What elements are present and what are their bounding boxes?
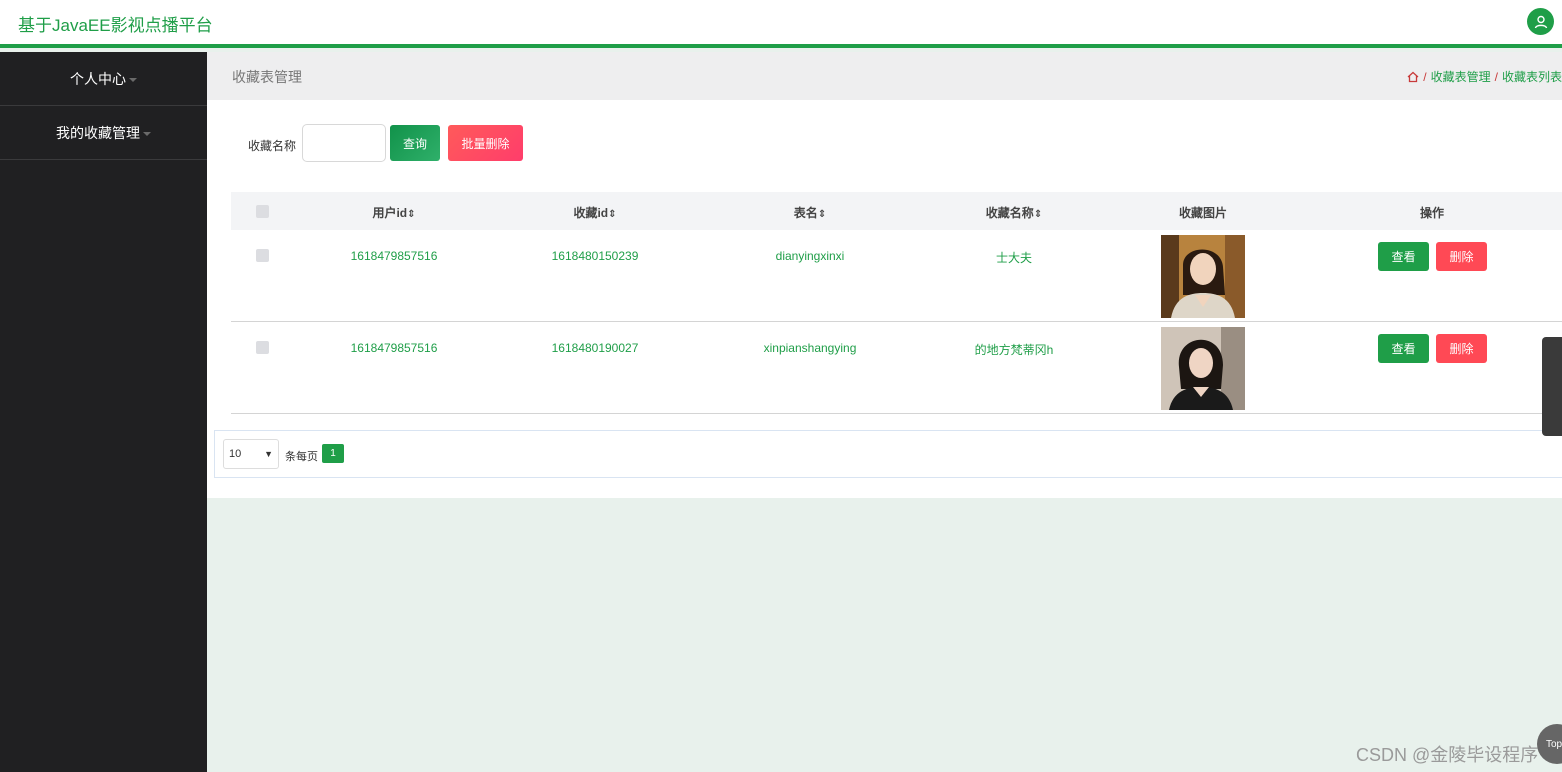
page-size-value: 10 [229,448,242,460]
delete-button[interactable]: 删除 [1436,242,1487,271]
search-label: 收藏名称 [248,139,297,153]
breadcrumb: / 收藏表管理 / 收藏表列表 [1407,68,1562,85]
column-label: 用户id [372,206,408,220]
sidebar-item-label: 我的收藏管理 [56,124,140,141]
user-icon[interactable] [1527,8,1554,35]
column-label: 表名 [793,206,818,220]
breadcrumb-current: 收藏表列表 [1501,70,1562,84]
column-label: 收藏id [573,206,609,220]
sidebar: 个人中心 我的收藏管理 [0,52,207,772]
column-header-fav-name[interactable]: 收藏名称⇕ [986,204,1042,221]
back-to-top-button[interactable]: Top [1537,724,1562,764]
chevron-down-icon [143,131,151,136]
column-header-fav-image: 收藏图片 [1178,206,1228,220]
home-icon[interactable] [1407,71,1419,83]
sidebar-item-personal-center[interactable]: 个人中心 [0,52,207,106]
top-navbar: 基于JavaEE影视点播平台 [0,0,1562,48]
cell-fav-id: 1618480150239 [551,249,639,263]
column-label: 收藏名称 [985,206,1034,220]
column-header-user-id[interactable]: 用户id⇕ [372,204,415,221]
side-drawer-handle[interactable] [1542,337,1562,436]
table-row: 1618479857516 1618480190027 xinpianshang… [231,322,1562,414]
sort-icon: ⇕ [608,209,617,220]
sidebar-item-my-favorites[interactable]: 我的收藏管理 [0,106,207,160]
column-header-fav-id[interactable]: 收藏id⇕ [573,204,616,221]
breadcrumb-separator: / [1423,69,1427,84]
cell-fav-name: 士大夫 [995,251,1033,265]
breadcrumb-bar: 收藏表管理 / 收藏表管理 / 收藏表列表 [207,52,1562,100]
page-number-button[interactable]: 1 [322,444,344,463]
row-checkbox[interactable] [256,249,269,262]
sidebar-item-label: 个人中心 [70,70,126,87]
column-header-table-name[interactable]: 表名⇕ [794,204,826,221]
chevron-down-icon [129,77,137,82]
cell-user-id: 1618479857516 [350,249,438,263]
batch-delete-button[interactable]: 批量删除 [448,125,523,161]
page-title: 收藏表管理 [232,69,302,85]
chevron-down-icon: ▼ [264,449,273,459]
cell-user-id: 1618479857516 [350,341,438,355]
cell-table-name: dianyingxinxi [775,249,845,263]
cell-table-name: xinpianshangying [763,341,857,355]
favorite-thumbnail [1161,327,1245,410]
pagination: 10 ▼ 条每页 1 [214,430,1562,478]
page-size-select[interactable]: 10 ▼ [223,439,279,469]
column-header-actions: 操作 [1419,206,1445,220]
row-checkbox[interactable] [256,341,269,354]
watermark: CSDN @金陵毕设程序 [1356,745,1539,765]
table-row: 1618479857516 1618480150239 dianyingxinx… [231,230,1562,322]
sort-icon: ⇕ [817,209,827,220]
per-page-label: 条每页 [285,451,318,463]
cell-fav-id: 1618480190027 [551,341,639,355]
favorite-thumbnail [1161,235,1245,318]
table-header: 用户id⇕ 收藏id⇕ 表名⇕ 收藏名称⇕ 收藏图片 操作 [231,192,1562,230]
site-title: 基于JavaEE影视点播平台 [18,16,213,35]
select-all-checkbox[interactable] [256,205,269,218]
search-input[interactable] [302,124,386,162]
view-button[interactable]: 查看 [1378,334,1429,363]
favorites-table: 用户id⇕ 收藏id⇕ 表名⇕ 收藏名称⇕ 收藏图片 操作 1618479857… [231,192,1562,414]
user-glyph [1534,15,1547,28]
delete-button[interactable]: 删除 [1436,334,1487,363]
breadcrumb-link-fav-manage[interactable]: 收藏表管理 [1431,68,1491,85]
view-button[interactable]: 查看 [1378,242,1429,271]
sort-icon: ⇕ [407,209,416,220]
cell-fav-name: 的地方梵蒂冈h [974,343,1054,357]
sort-icon: ⇕ [1033,209,1043,220]
breadcrumb-separator: / [1494,69,1498,84]
query-button[interactable]: 查询 [390,125,440,161]
